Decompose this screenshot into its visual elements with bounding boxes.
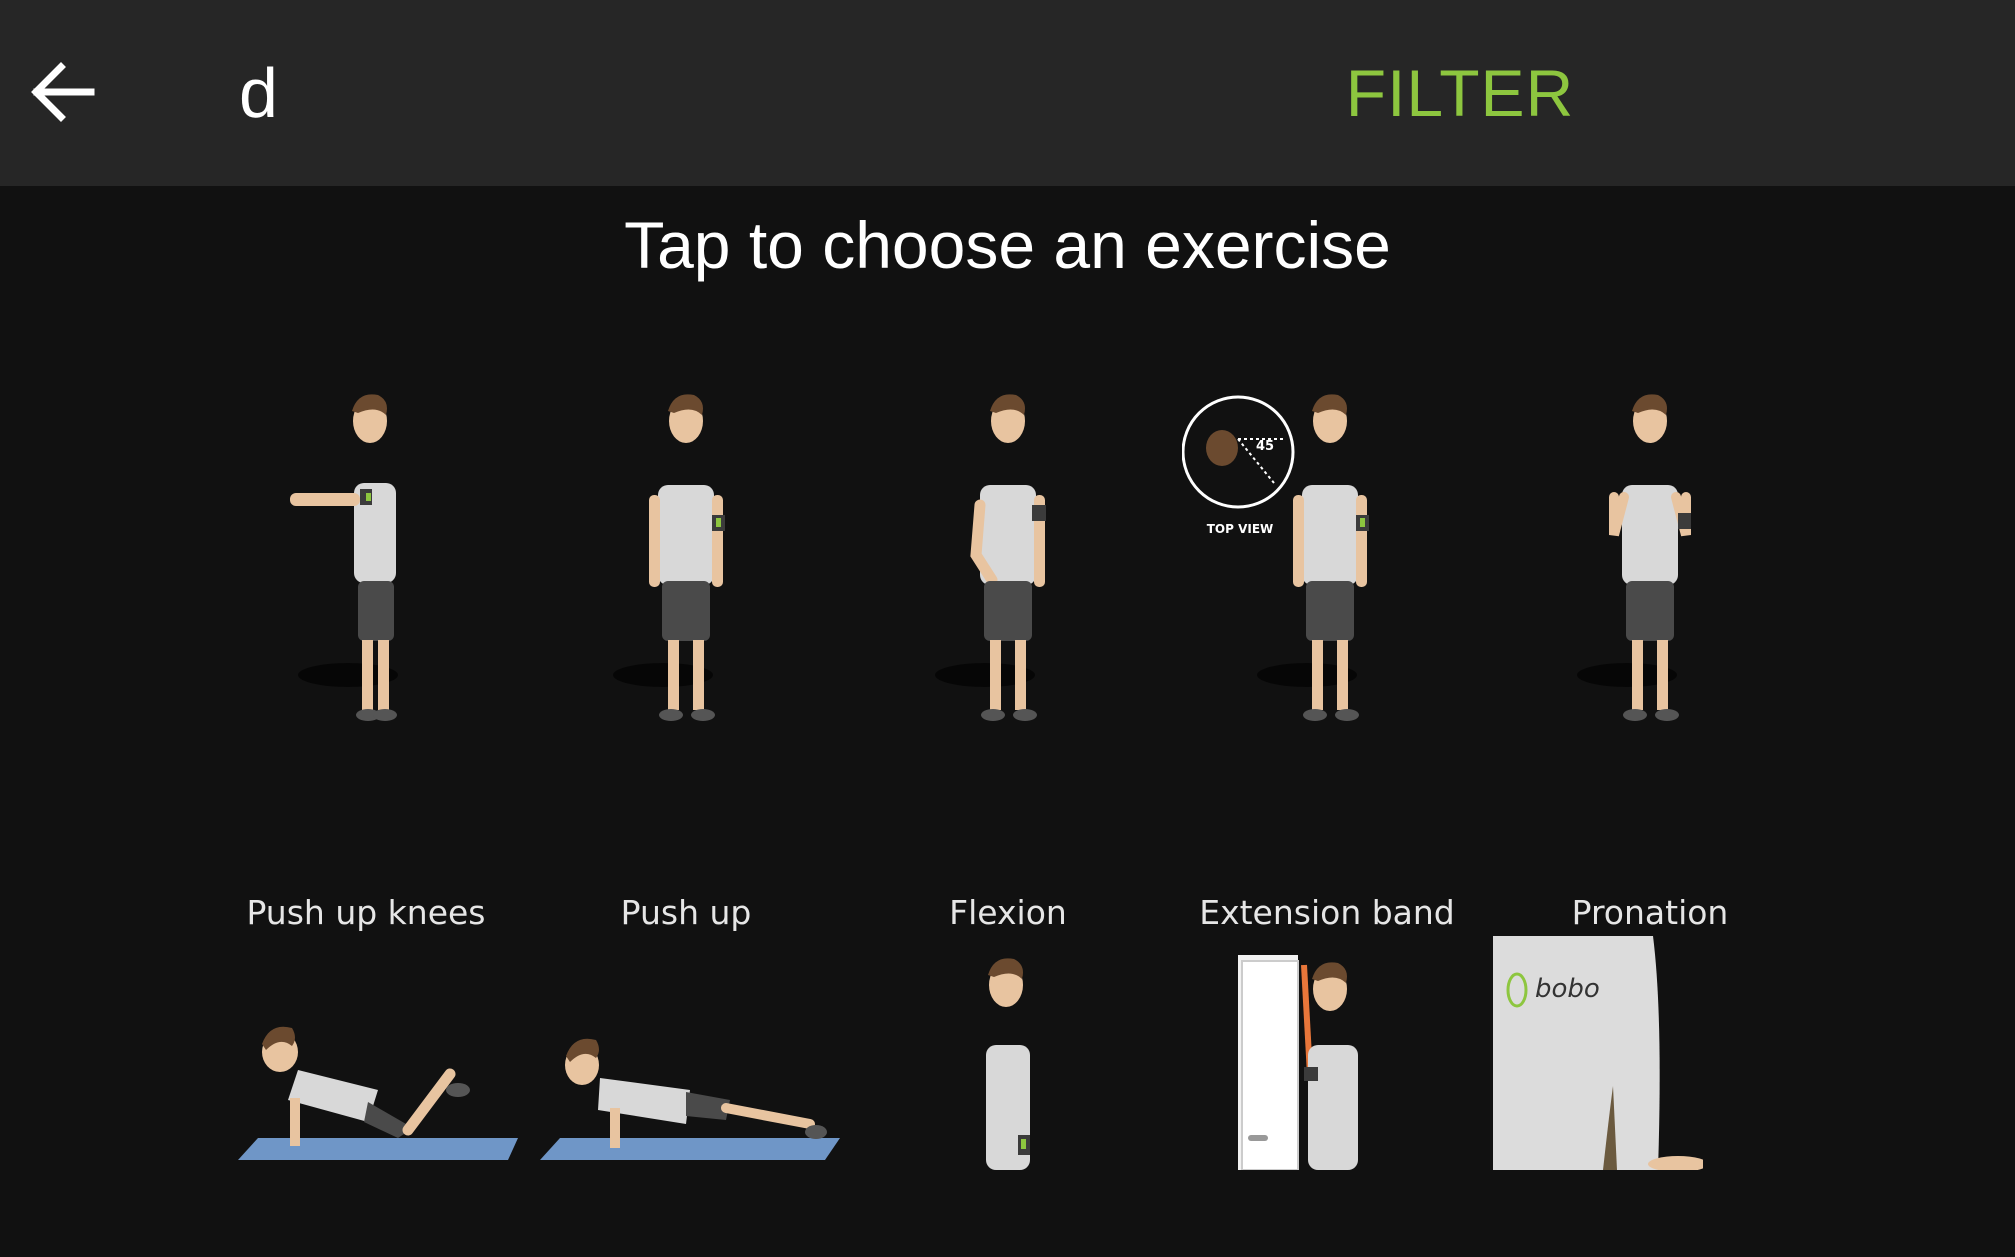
back-button[interactable] bbox=[20, 46, 104, 138]
push-up-illustration bbox=[540, 1038, 840, 1160]
side-standing-illustration bbox=[986, 958, 1030, 1170]
filter-button[interactable]: FILTER bbox=[1340, 50, 1580, 136]
standing-figure-arm-forward bbox=[290, 394, 398, 721]
exercise-card-row2-2[interactable] bbox=[540, 1020, 840, 1170]
search-input[interactable] bbox=[230, 50, 1130, 136]
top-toolbar: FILTER bbox=[0, 0, 2015, 186]
exercise-card-row2-4[interactable] bbox=[1238, 955, 1358, 1170]
exercise-card-pronation[interactable]: Pronation bbox=[1522, 385, 1778, 940]
exercise-label: Extension band bbox=[1199, 893, 1455, 932]
push-up-knees-illustration bbox=[238, 1026, 518, 1160]
door-band-illustration bbox=[1238, 955, 1358, 1170]
shirt-closeup-illustration bbox=[1493, 936, 1703, 1170]
exercise-card-flexion[interactable]: Flexion bbox=[880, 385, 1136, 940]
exercise-card-row2-1[interactable] bbox=[218, 1010, 518, 1170]
exercise-label: Push up bbox=[620, 893, 752, 932]
arrow-left-icon bbox=[31, 62, 95, 122]
exercise-label: Push up knees bbox=[246, 893, 486, 932]
brand-text: bobo bbox=[1535, 974, 1600, 1004]
standing-figure-front bbox=[1257, 394, 1369, 721]
standing-figure-arms-raised bbox=[1577, 394, 1691, 721]
exercise-card-row2-5[interactable]: bobo bbox=[1493, 936, 1703, 1170]
exercise-label: Flexion bbox=[949, 893, 1067, 932]
exercise-card-row2-3[interactable] bbox=[950, 955, 1070, 1170]
standing-figure-front bbox=[613, 394, 725, 721]
exercise-label: Pronation bbox=[1571, 893, 1729, 932]
standing-figure-arm-bent bbox=[935, 394, 1046, 721]
exercise-card-extension-band[interactable]: 45 TOP VIEW Extension band bbox=[1182, 385, 1472, 940]
page-title: Tap to choose an exercise bbox=[624, 208, 1391, 282]
exercise-card-push-up-knees[interactable]: Push up knees bbox=[238, 385, 494, 940]
exercise-card-push-up[interactable]: Push up bbox=[558, 385, 814, 940]
exercise-picker-screen: FILTER Tap to choose an exercise Push up… bbox=[0, 0, 2015, 1257]
